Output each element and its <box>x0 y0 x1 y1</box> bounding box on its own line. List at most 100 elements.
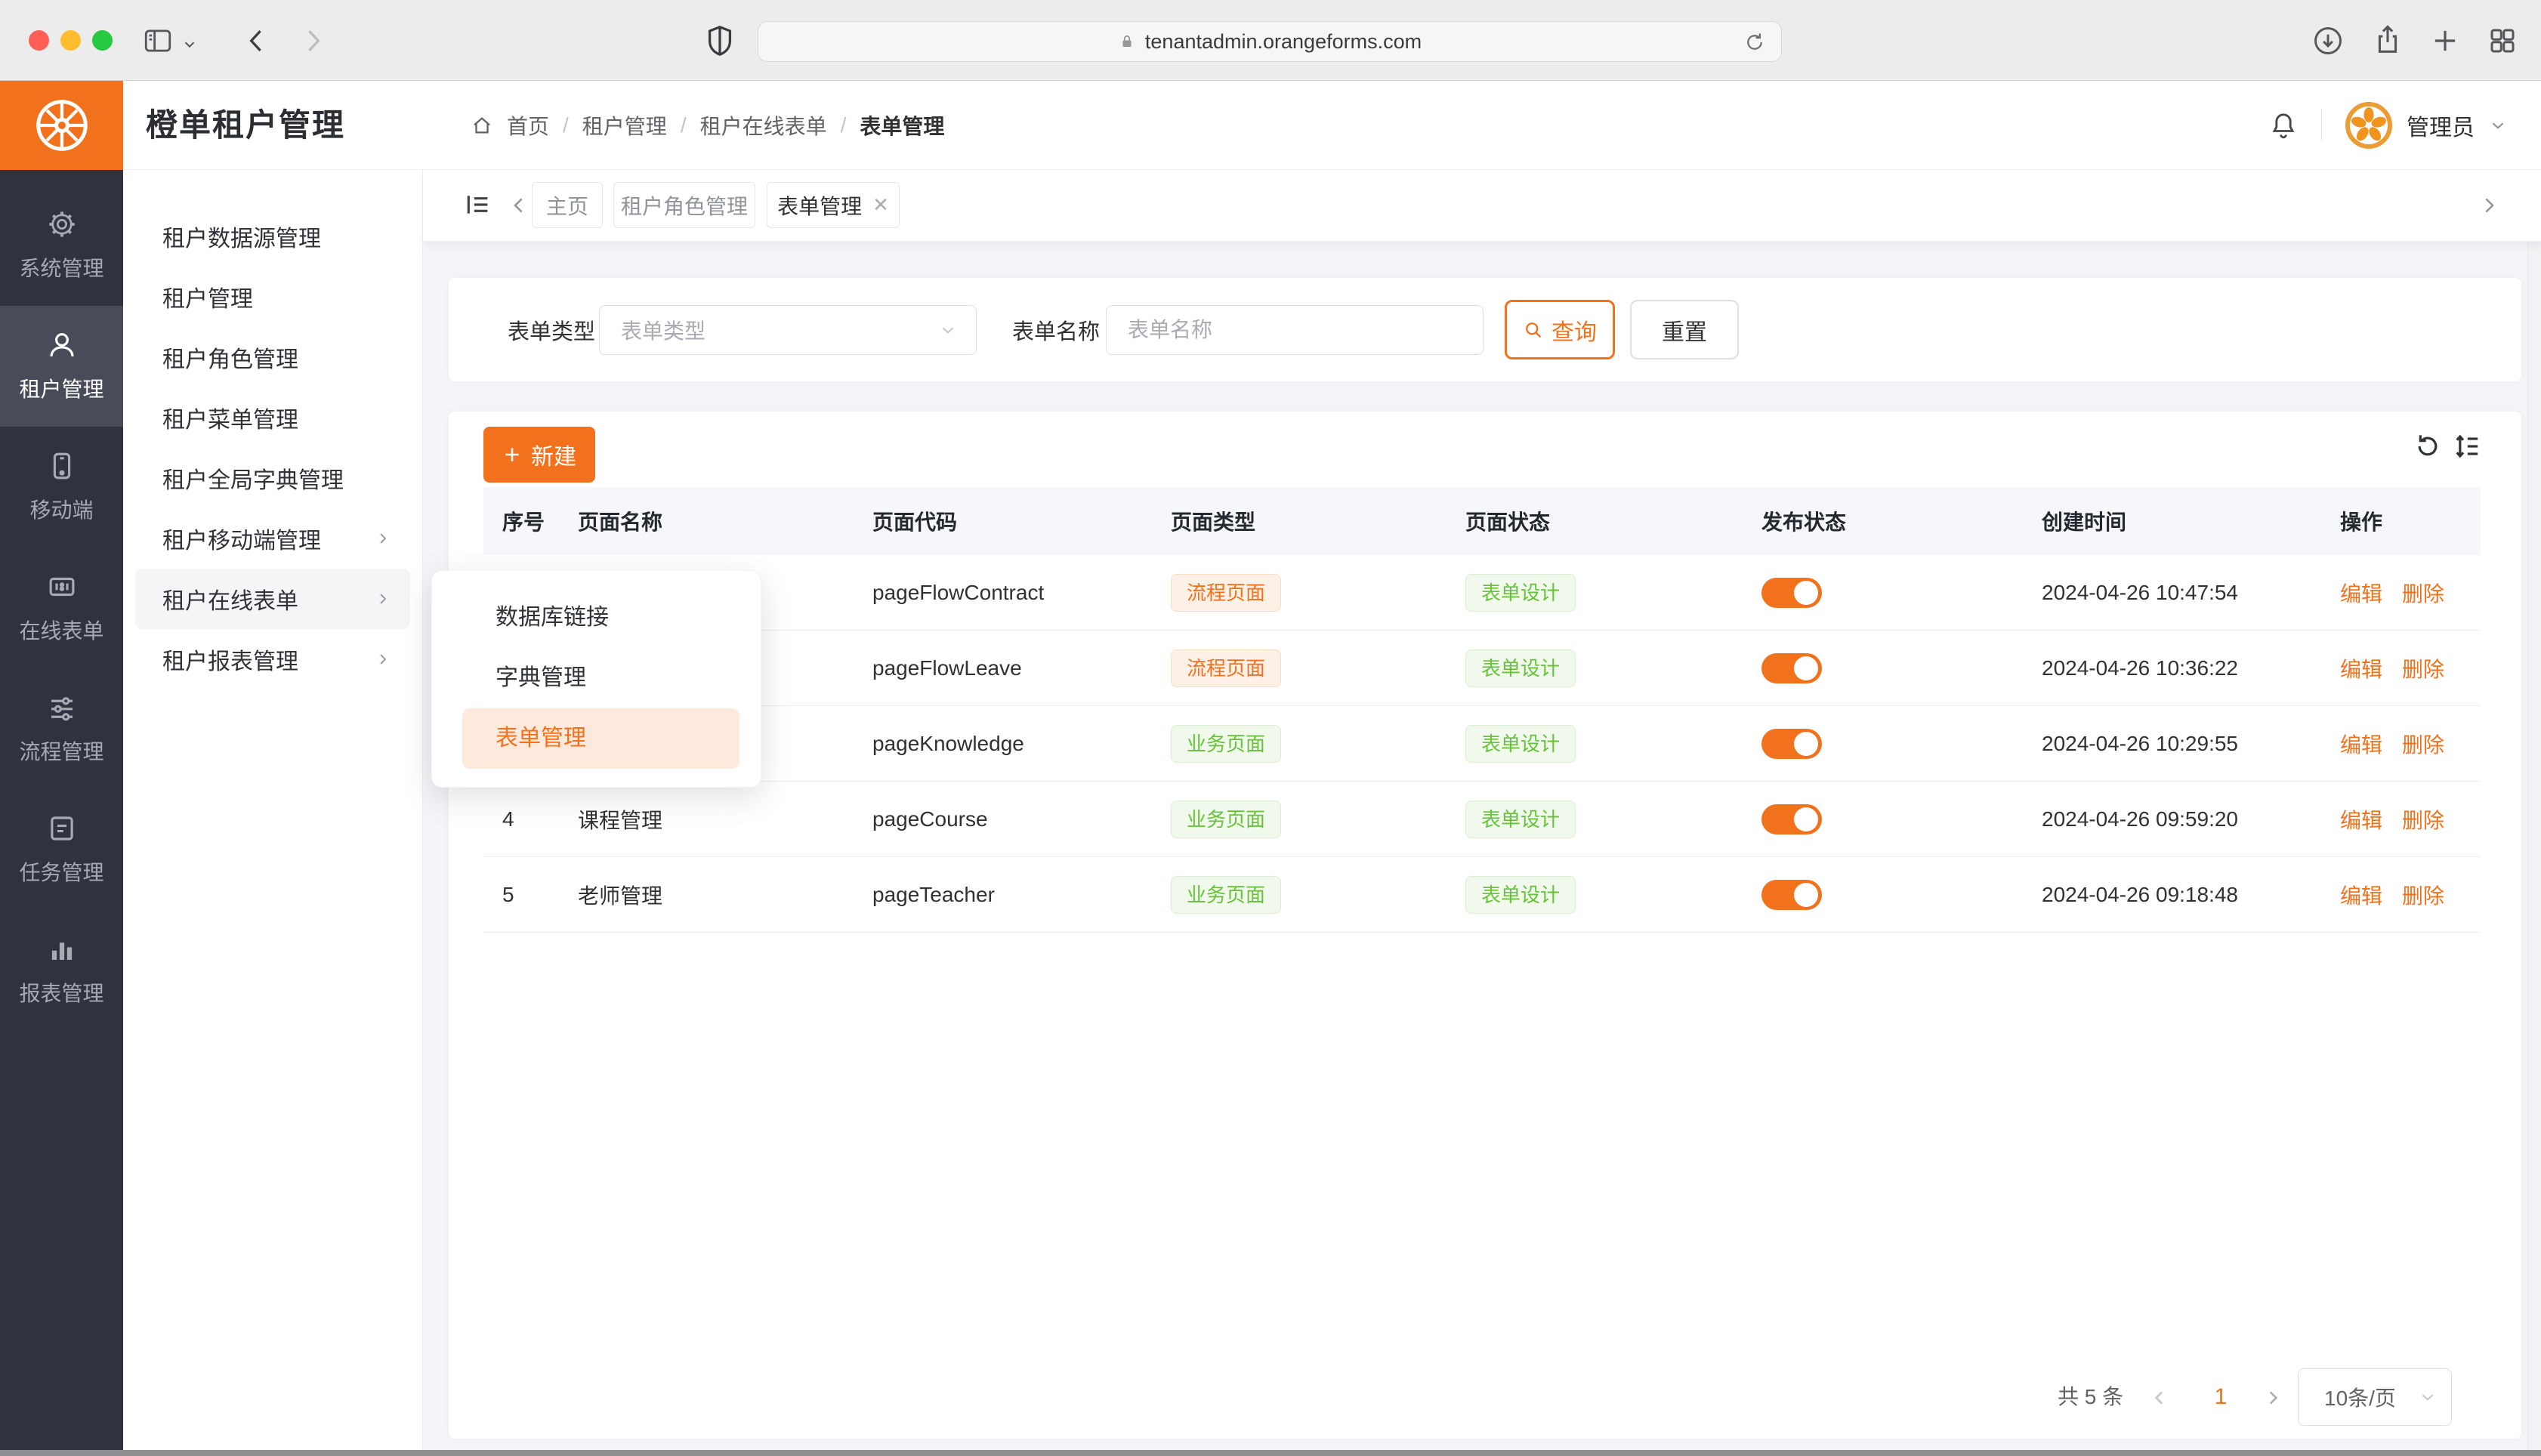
page-type-badge: 流程页面 <box>1171 649 1281 687</box>
menu-item-menu[interactable]: 租户菜单管理 <box>123 387 422 448</box>
delete-link[interactable]: 删除 <box>2402 880 2444 910</box>
user-icon <box>46 329 78 361</box>
publish-toggle[interactable] <box>1761 653 1822 683</box>
menu-item-tenant[interactable]: 租户管理 <box>123 267 422 327</box>
cell-seq: 5 <box>502 857 514 932</box>
page-size-select[interactable]: 10条/页 <box>2298 1368 2452 1426</box>
create-button[interactable]: 新建 <box>483 427 595 483</box>
publish-toggle[interactable] <box>1761 729 1822 759</box>
page-type-badge: 业务页面 <box>1171 876 1281 914</box>
sidebar-item-label: 移动端 <box>29 494 93 524</box>
delete-link[interactable]: 删除 <box>2402 804 2444 834</box>
data-table: 序号 页面名称 页面代码 页面类型 页面状态 发布状态 创建时间 操作 1 pa… <box>483 487 2481 933</box>
menu-item-mobile-mgmt[interactable]: 租户移动端管理 <box>123 508 422 569</box>
scrollbar-gutter[interactable] <box>2527 170 2541 1450</box>
edit-link[interactable]: 编辑 <box>2340 880 2382 910</box>
gear-icon <box>46 208 78 240</box>
header-divider <box>2321 110 2322 141</box>
sidebar-toggle-button[interactable] <box>142 25 174 57</box>
menu-item-online-form[interactable]: 租户在线表单 <box>135 569 410 629</box>
menu-item-report-mgmt[interactable]: 租户报表管理 <box>123 629 422 689</box>
form-name-input[interactable] <box>1107 306 1483 354</box>
sidebar-item-mobile[interactable]: 移动端 <box>0 427 123 548</box>
page-size-value: 10条/页 <box>2324 1382 2396 1412</box>
sidebar-item-task[interactable]: 任务管理 <box>0 789 123 910</box>
cell-code: pageTeacher <box>872 857 995 932</box>
submenu-item-label: 表单管理 <box>496 726 586 751</box>
tab-overview-button[interactable] <box>2487 25 2518 57</box>
sidebar-item-online-form[interactable]: 在线表单 <box>0 548 123 668</box>
submenu-item-db-link[interactable]: 数据库链接 <box>432 588 761 648</box>
edit-link[interactable]: 编辑 <box>2340 804 2382 834</box>
breadcrumb-item-online-form[interactable]: 租户在线表单 <box>700 110 827 140</box>
traffic-light-minimize-button[interactable] <box>60 30 81 51</box>
breadcrumb: 首页 / 租户管理 / 租户在线表单 / 表单管理 <box>471 81 944 170</box>
sidebar-item-report[interactable]: 报表管理 <box>0 910 123 1031</box>
home-icon <box>471 114 493 137</box>
delete-link[interactable]: 删除 <box>2402 653 2444 683</box>
chevron-right-icon <box>374 529 392 548</box>
menu-item-dict[interactable]: 租户全局字典管理 <box>123 448 422 508</box>
search-button[interactable]: 查询 <box>1505 300 1615 359</box>
row-density-icon[interactable] <box>2452 431 2482 461</box>
traffic-light-zoom-button[interactable] <box>92 30 113 51</box>
tabs-scroll-right-icon[interactable] <box>2476 193 2502 218</box>
traffic-light-close-button[interactable] <box>29 30 49 51</box>
prev-page-icon[interactable] <box>2148 1387 2171 1409</box>
publish-toggle[interactable] <box>1761 804 1822 834</box>
share-button[interactable] <box>2370 23 2405 57</box>
avatar <box>2345 101 2393 150</box>
reload-icon[interactable] <box>1743 31 1766 54</box>
downloads-button[interactable] <box>2311 24 2345 57</box>
user-menu[interactable]: 管理员 <box>2345 101 2508 150</box>
menu-item-datasource[interactable]: 租户数据源管理 <box>123 206 422 267</box>
tab-home[interactable]: 主页 <box>532 182 603 228</box>
edit-link[interactable]: 编辑 <box>2340 729 2382 759</box>
edit-link[interactable]: 编辑 <box>2340 578 2382 608</box>
url-address-field[interactable]: tenantadmin.orangeforms.com <box>758 21 1782 62</box>
browser-chrome: tenantadmin.orangeforms.com <box>0 0 2541 81</box>
publish-toggle[interactable] <box>1761 880 1822 910</box>
page-number[interactable]: 1 <box>2200 1368 2242 1426</box>
cell-name: 课程管理 <box>578 782 662 856</box>
notification-bell-icon[interactable] <box>2268 110 2299 140</box>
forward-button[interactable] <box>296 24 329 57</box>
reset-button[interactable]: 重置 <box>1630 300 1739 359</box>
tab-form-mgmt[interactable]: 表单管理 ✕ <box>767 182 900 228</box>
sidebar-chevron-down-icon[interactable] <box>181 36 198 53</box>
menu-item-label: 租户移动端管理 <box>162 522 321 555</box>
delete-link[interactable]: 删除 <box>2402 729 2444 759</box>
menu-item-label: 租户管理 <box>162 280 253 313</box>
breadcrumb-item-tenant[interactable]: 租户管理 <box>582 110 667 140</box>
search-icon <box>1523 319 1544 341</box>
tab-tenant-role[interactable]: 租户角色管理 <box>613 182 755 228</box>
close-icon[interactable]: ✕ <box>872 193 889 217</box>
back-button[interactable] <box>240 24 273 57</box>
delete-link[interactable]: 删除 <box>2402 578 2444 608</box>
edit-link[interactable]: 编辑 <box>2340 653 2382 683</box>
breadcrumb-separator: / <box>681 113 687 137</box>
submenu-item-dict[interactable]: 字典管理 <box>432 648 761 708</box>
tabs-scroll-left-icon[interactable] <box>506 193 532 218</box>
next-page-icon[interactable] <box>2262 1387 2284 1409</box>
online-form-icon <box>46 571 78 603</box>
sidebar-item-tenant[interactable]: 租户管理 <box>0 306 123 427</box>
menu-fold-icon[interactable] <box>462 190 492 220</box>
table-row: 4 课程管理 pageCourse 业务页面 表单设计 2024-04-26 0… <box>483 782 2481 857</box>
submenu-popup: 数据库链接 字典管理 表单管理 <box>431 570 761 788</box>
privacy-shield-icon[interactable] <box>702 23 737 58</box>
breadcrumb-item-home[interactable]: 首页 <box>507 110 549 140</box>
table-row: 2 pageFlowLeave 流程页面 表单设计 2024-04-26 10:… <box>483 631 2481 706</box>
menu-item-role[interactable]: 租户角色管理 <box>123 327 422 387</box>
page-status-badge: 表单设计 <box>1465 725 1576 763</box>
submenu-item-form-mgmt[interactable]: 表单管理 <box>462 708 739 769</box>
refresh-icon[interactable] <box>2413 431 2443 461</box>
cell-created: 2024-04-26 10:29:55 <box>2042 706 2238 781</box>
sidebar-item-process[interactable]: 流程管理 <box>0 668 123 789</box>
sidebar-item-system[interactable]: 系统管理 <box>0 185 123 306</box>
form-type-select[interactable]: 表单类型 <box>599 305 977 355</box>
page-type-badge: 业务页面 <box>1171 725 1281 763</box>
form-name-label: 表单名称 <box>1012 314 1100 346</box>
publish-toggle[interactable] <box>1761 578 1822 608</box>
new-tab-button[interactable] <box>2429 25 2461 57</box>
